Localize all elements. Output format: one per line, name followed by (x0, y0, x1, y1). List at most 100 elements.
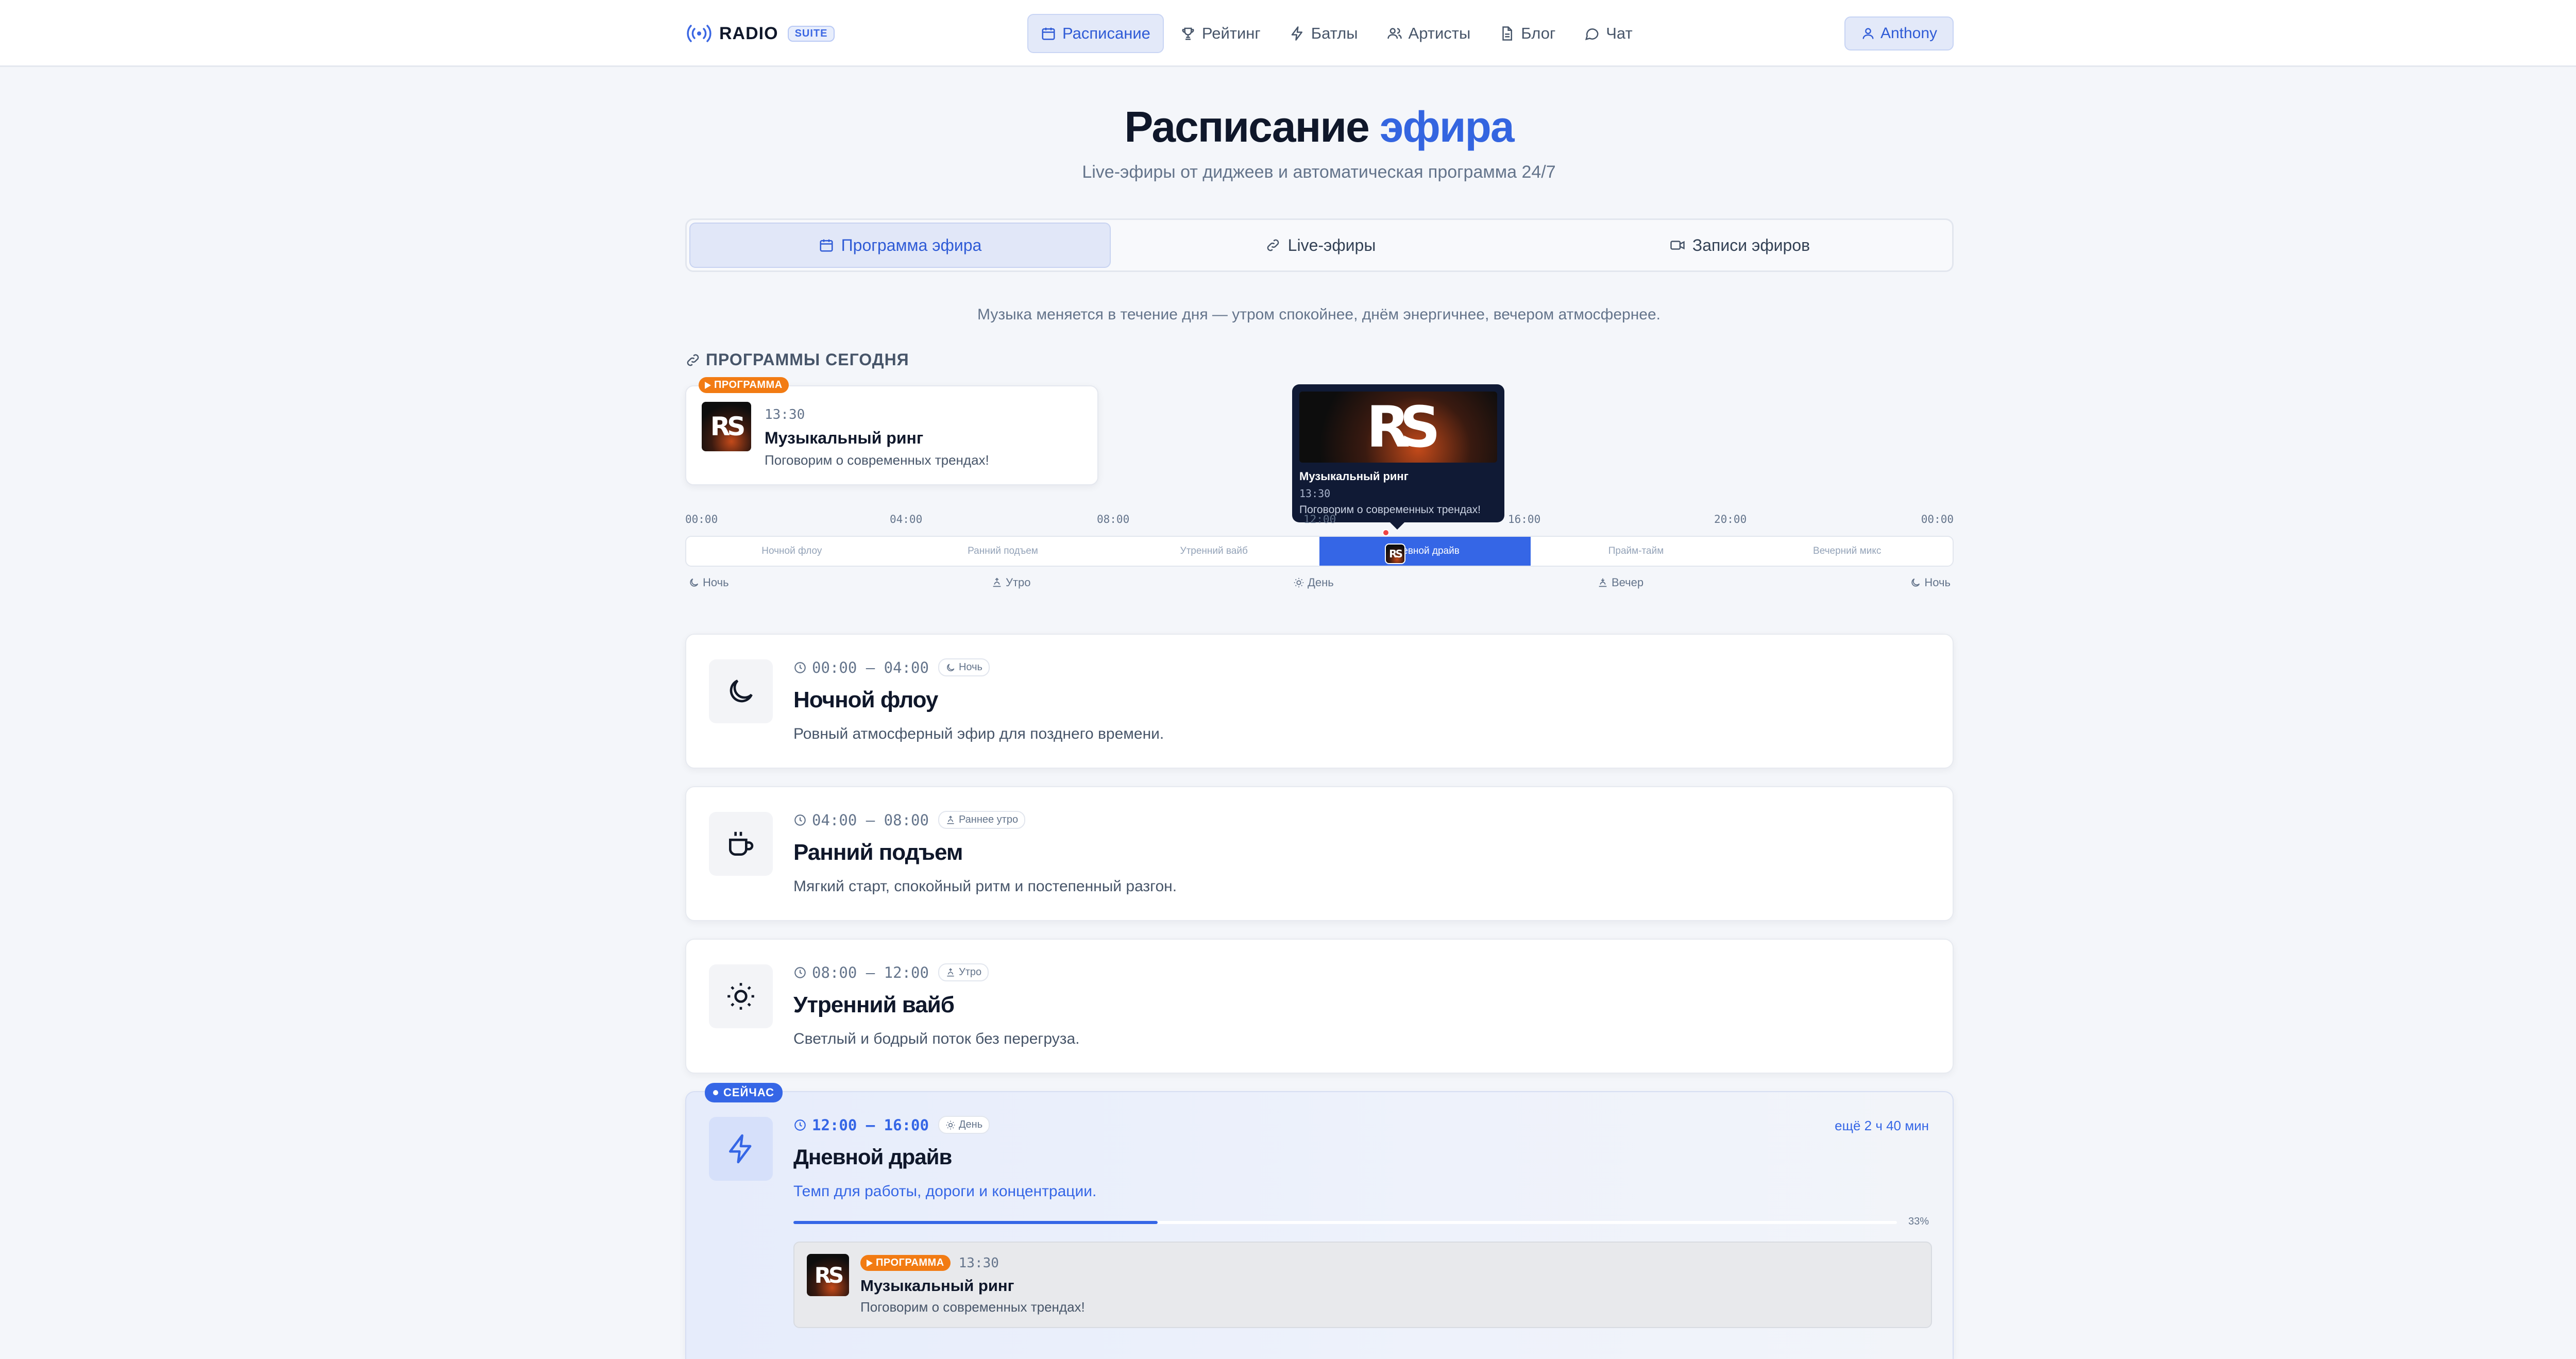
schedule-slot[interactable]: 00:00 — 04:00 Ночь Ночной флоу Ровный ат… (685, 634, 1954, 769)
lightning-icon (1291, 26, 1302, 41)
program-badge: ПРОГРАММА (699, 377, 789, 393)
nav-item-schedule[interactable]: Расписание (1027, 14, 1164, 53)
slot-time-range: 04:00 — 08:00 (812, 811, 929, 829)
main-nav: Расписание Рейтинг Батлы Артисты Блог Ча… (1027, 14, 1649, 53)
programs-today-title: ПРОГРАММЫ СЕГОДНЯ (706, 350, 909, 369)
program-badge-label: ПРОГРАММА (714, 379, 783, 390)
tab-live[interactable]: Live-эфиры (1111, 223, 1530, 268)
tooltip-program-name: Музыкальный ринг (1299, 470, 1409, 483)
nav-item-battles[interactable]: Батлы (1277, 14, 1370, 53)
page-title: Расписание эфира (0, 102, 2576, 152)
calendar-icon (1042, 27, 1055, 40)
schedule-slot-current[interactable]: СЕЙЧАС 12:00 — 16:00 День ещё 2 ч 40 мин… (685, 1083, 1954, 1359)
nav-item-rating[interactable]: Рейтинг (1168, 14, 1273, 53)
tooltip-program-time: 13:30 (1299, 487, 1331, 500)
nav-item-label: Чат (1606, 24, 1633, 42)
schedule-slot[interactable]: 04:00 — 08:00 Раннее утро Ранний подъем … (685, 786, 1954, 921)
timeline-segment[interactable]: Прайм-тайм (1531, 537, 1742, 566)
users-icon (1387, 28, 1402, 39)
period-night: Ночь (1910, 576, 1951, 589)
link-icon (687, 354, 699, 366)
slot-name: Ранний подъем (793, 840, 963, 865)
brand-badge: SUITE (787, 25, 835, 42)
sunset-icon (1599, 578, 1607, 587)
period-label: Ночь (1924, 576, 1951, 589)
program-meta: ПРОГРАММА 13:30 (860, 1255, 999, 1271)
slot-period-chip: Утро (938, 963, 989, 981)
page-subtitle: Live-эфиры от диджеев и автоматическая п… (1082, 162, 1556, 182)
nav-item-blog[interactable]: Блог (1487, 14, 1568, 53)
brand-logo[interactable]: RADIO SUITE (685, 21, 835, 46)
timeline-segment[interactable]: Ночной флоу (686, 537, 897, 566)
period-evening: Вечер (1597, 576, 1643, 589)
brand-name: RADIO (719, 23, 778, 43)
sunrise-icon (993, 577, 1001, 587)
timeline-segment-active[interactable]: Дневной драйв (1319, 537, 1531, 566)
tab-label: Live-эфиры (1287, 235, 1376, 254)
slot-icon-box (709, 1117, 773, 1181)
slot-meta: 08:00 — 12:00 Утро (793, 963, 989, 981)
tooltip-cover: RS (1299, 392, 1497, 463)
timeline-hours: 00:00 04:00 08:00 12:00 16:00 20:00 00:0… (685, 513, 1954, 529)
trophy-icon (1182, 27, 1194, 40)
play-icon (705, 381, 711, 389)
timeline-hour: 04:00 (890, 513, 923, 525)
slot-time-range: 08:00 — 12:00 (812, 963, 929, 981)
coffee-icon (729, 831, 754, 856)
sun-icon (1294, 577, 1304, 588)
period-label: Вечер (1612, 576, 1644, 589)
slot-description: Ровный атмосферный эфир для позднего вре… (793, 725, 1164, 742)
page-title-main: Расписание (1124, 103, 1369, 151)
user-name: Anthony (1880, 25, 1938, 42)
program-badge-label: ПРОГРАММА (876, 1257, 944, 1268)
schedule-slot[interactable]: 08:00 — 12:00 Утро Утренний вайб Светлый… (685, 939, 1954, 1074)
slot-icon-box (709, 964, 773, 1028)
chip-label: Утро (958, 966, 982, 978)
slot-name: Дневной драйв (793, 1145, 952, 1169)
slot-description: Мягкий старт, спокойный ритм и постепенн… (793, 878, 1177, 895)
current-time-marker (1382, 529, 1389, 536)
slot-time-range: 00:00 — 04:00 (812, 658, 929, 676)
timeline-program-thumb[interactable]: RS (1385, 543, 1405, 564)
page-title-accent: эфира (1380, 103, 1515, 151)
slot-name: Ночной флоу (793, 687, 938, 712)
period-label: Ночь (703, 576, 729, 589)
timeline-hour: 20:00 (1714, 513, 1747, 525)
timeline-segment[interactable]: Ранний подъем (897, 537, 1109, 566)
program-description: Поговорим о современных трендах! (860, 1299, 1085, 1315)
tab-program[interactable]: Программа эфира (689, 223, 1111, 268)
moon-icon (1911, 578, 1920, 587)
program-cover: RS (702, 402, 751, 451)
timeline-hour: 08:00 (1097, 513, 1130, 525)
sunrise-icon (947, 815, 954, 824)
slot-progress-percent: 33% (1908, 1216, 1929, 1227)
period-day: День (1293, 576, 1334, 589)
period-morning: Утро (991, 576, 1031, 589)
radio-waves-icon (687, 25, 711, 42)
timeline-bar: Ночной флоу Ранний подъем Утренний вайб … (685, 536, 1954, 567)
calendar-icon (820, 239, 833, 252)
user-menu-button[interactable]: Anthony (1844, 16, 1954, 50)
nav-item-artists[interactable]: Артисты (1375, 14, 1483, 53)
timeline-segment[interactable]: Вечерний микс (1741, 537, 1953, 566)
program-card[interactable]: ПРОГРАММА RS 13:30 Музыкальный ринг Пого… (685, 377, 1098, 485)
slot-name: Утренний вайб (793, 992, 955, 1017)
nav-item-label: Расписание (1062, 24, 1150, 42)
nav-item-chat[interactable]: Чат (1572, 14, 1645, 53)
tab-label: Записи эфиров (1692, 235, 1810, 254)
moon-icon (947, 664, 955, 671)
program-badge: ПРОГРАММА (860, 1255, 951, 1271)
timeline-hour: 16:00 (1508, 513, 1541, 525)
lightning-icon (729, 1134, 752, 1164)
period-night: Ночь (688, 576, 729, 589)
current-program-card[interactable]: RS ПРОГРАММА 13:30 Музыкальный ринг Пого… (793, 1242, 1932, 1328)
clock-icon (794, 814, 806, 826)
slot-description: Светлый и бодрый поток без перегруза. (793, 1030, 1080, 1047)
clock-icon (794, 1119, 806, 1131)
nav-item-label: Рейтинг (1201, 24, 1261, 42)
user-icon (1862, 28, 1874, 39)
tab-recordings[interactable]: Записи эфиров (1530, 223, 1950, 268)
timeline-segment[interactable]: Утренний вайб (1108, 537, 1319, 566)
link-icon (1267, 239, 1279, 251)
live-dot-icon (713, 1090, 718, 1095)
